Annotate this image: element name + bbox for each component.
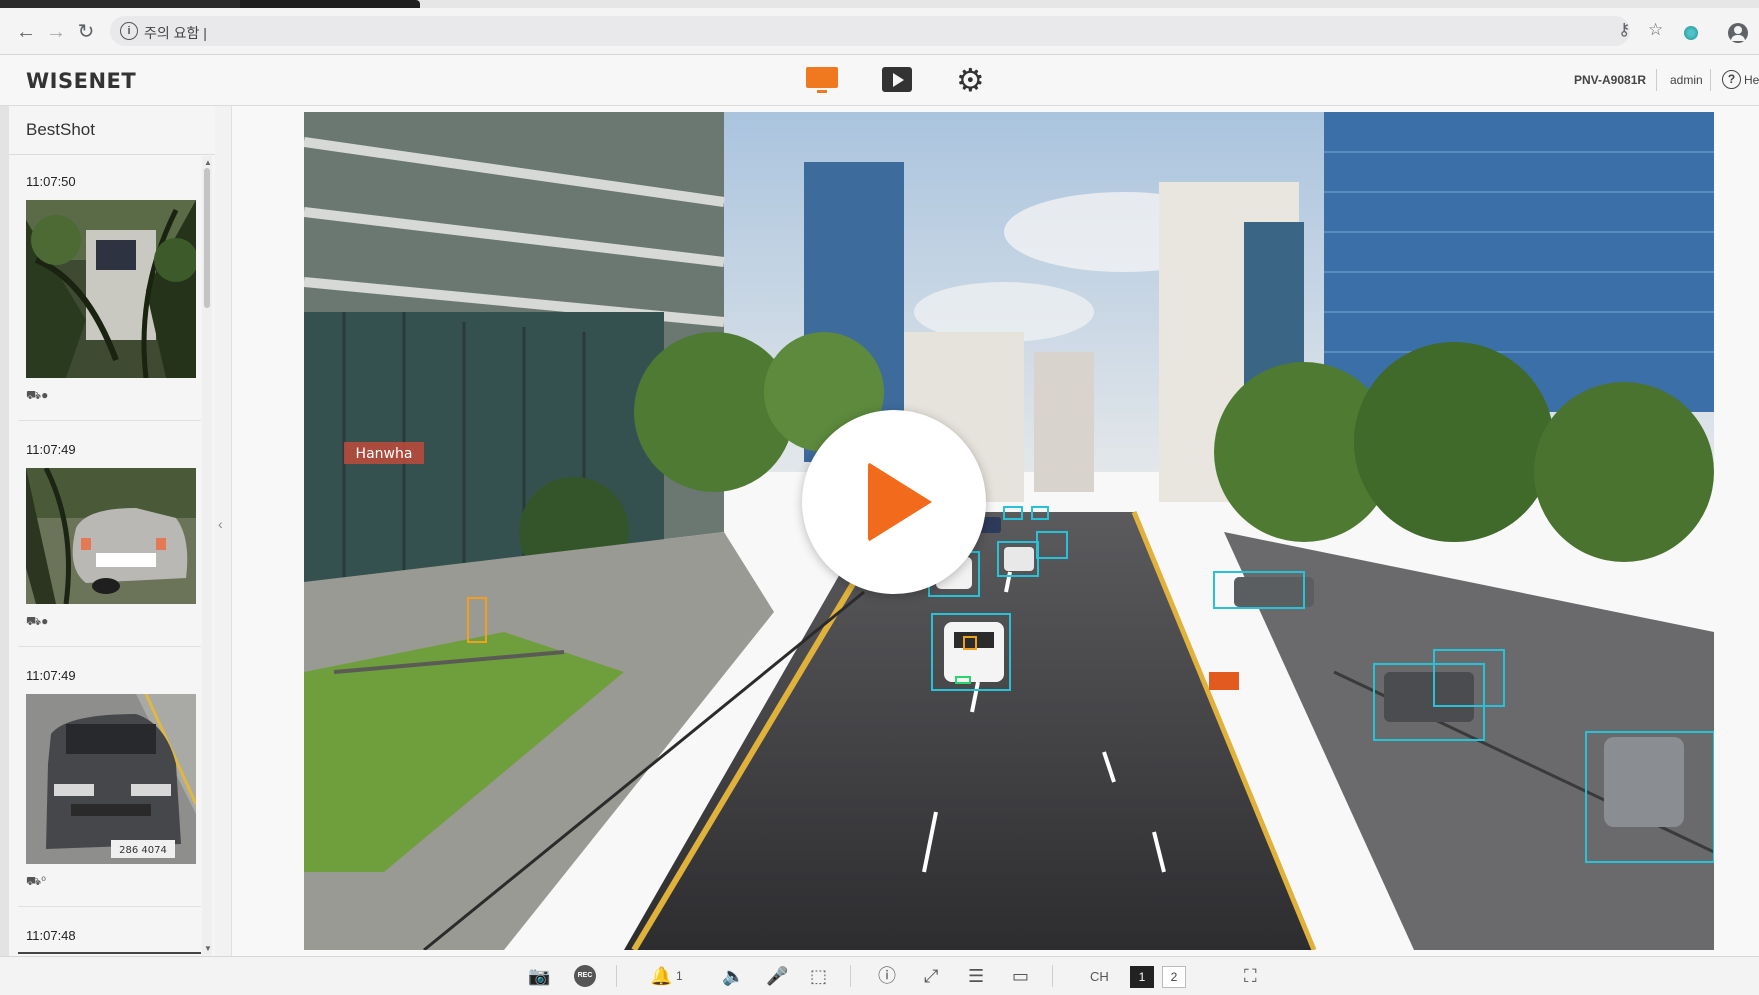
play-icon[interactable] <box>802 410 986 594</box>
reload-icon[interactable]: ↻ <box>74 20 98 44</box>
bestshot-time: 11:07:48 <box>26 928 76 943</box>
browser-tab-active[interactable] <box>240 0 420 8</box>
divider <box>18 952 201 954</box>
bestshot-time: 11:07:49 <box>26 668 76 683</box>
browser-tab-strip <box>0 0 1759 8</box>
select-area-icon[interactable]: ⬚ <box>810 965 827 987</box>
back-icon[interactable]: ← <box>14 20 38 44</box>
address-text: 주의 요함 | <box>144 25 207 41</box>
help-icon[interactable]: ? <box>1722 70 1741 89</box>
browser-tab[interactable] <box>0 0 240 8</box>
info-icon[interactable]: ⓘ <box>878 965 896 987</box>
user-name[interactable]: admin <box>1670 73 1703 87</box>
playback-icon[interactable] <box>882 65 916 95</box>
microphone-icon[interactable]: 🎤 <box>766 965 788 987</box>
bestshot-thumbnail[interactable]: 286 4074 <box>26 694 196 864</box>
car-icon: ⛟● <box>26 614 49 628</box>
chevron-left-icon[interactable]: ‹ <box>218 516 223 532</box>
address-bar[interactable]: i 주의 요함 | <box>110 16 1630 46</box>
forward-icon[interactable]: → <box>44 20 68 44</box>
profile-icon[interactable] <box>1728 23 1748 43</box>
channel-1-button[interactable]: 1 <box>1130 966 1154 988</box>
bestshot-thumbnail[interactable] <box>26 200 196 378</box>
license-plate: 286 4074 <box>119 845 167 856</box>
extension-icon[interactable] <box>1684 26 1698 40</box>
fit-screen-icon[interactable]: ⤢ <box>924 965 938 987</box>
header-divider <box>1656 69 1657 91</box>
speaker-icon[interactable]: 🔈 <box>722 965 744 987</box>
header-divider <box>1710 69 1711 91</box>
adjust-icon[interactable]: ☰ <box>968 965 984 987</box>
fullscreen-icon[interactable]: ⛶ <box>1244 965 1257 987</box>
gear-icon[interactable]: ⚙ <box>956 64 990 96</box>
car-icon: ⛟● <box>26 388 49 402</box>
app-header: WISENET ⚙ PNV-A9081R admin ? He <box>0 55 1759 106</box>
left-edge <box>0 106 9 994</box>
divider <box>1052 965 1053 987</box>
camera-model: PNV-A9081R <box>1574 73 1647 87</box>
bestshot-sidebar: BestShot 11:07:50 ⛟● 11:07:49 ⛟● 11:07:4… <box>9 106 216 956</box>
bestshot-time: 11:07:49 <box>26 442 76 457</box>
camera-icon[interactable]: 📷 <box>528 965 550 987</box>
scroll-down-icon[interactable]: ▼ <box>204 944 212 953</box>
channel-label: CH <box>1090 969 1109 984</box>
divider <box>18 420 201 421</box>
channel-2-button[interactable]: 2 <box>1162 966 1186 988</box>
bestshot-time: 11:07:50 <box>26 174 76 189</box>
key-icon[interactable]: ⚷ <box>1618 20 1630 40</box>
divider <box>850 965 851 987</box>
divider <box>9 154 215 155</box>
hanwha-sign: Hanwha <box>356 446 413 462</box>
browser-toolbar: ← → ↻ i 주의 요함 | ⚷ ☆ <box>0 8 1759 55</box>
help-label[interactable]: He <box>1744 73 1759 87</box>
divider <box>616 965 617 987</box>
alarm-count: 1 <box>676 969 683 983</box>
live-video[interactable]: Hanwha <box>304 112 1714 950</box>
divider <box>18 906 201 907</box>
sidebar-collapse-handle[interactable]: ‹ <box>215 106 232 956</box>
wisenet-logo: WISENET <box>26 69 137 93</box>
scroll-up-icon[interactable]: ▲ <box>204 158 212 167</box>
star-icon[interactable]: ☆ <box>1648 20 1663 40</box>
alarm-bell-icon[interactable]: 🔔 <box>650 965 672 987</box>
bestshot-thumbnail[interactable] <box>26 468 196 604</box>
divider <box>18 646 201 647</box>
dewarp-icon[interactable]: ▭ <box>1012 965 1029 987</box>
car-plate-icon: ⛟⁰ <box>26 874 46 888</box>
scrollbar-thumb[interactable] <box>204 168 210 308</box>
sidebar-title: BestShot <box>26 120 95 139</box>
video-toolbar: 📷 REC 🔔 1 🔈 🎤 ⬚ ⓘ ⤢ ☰ ▭ CH 1 2 ⛶ <box>0 956 1759 995</box>
record-icon[interactable]: REC <box>574 965 596 987</box>
info-icon[interactable]: i <box>120 22 138 40</box>
live-monitor-icon[interactable] <box>806 65 840 95</box>
